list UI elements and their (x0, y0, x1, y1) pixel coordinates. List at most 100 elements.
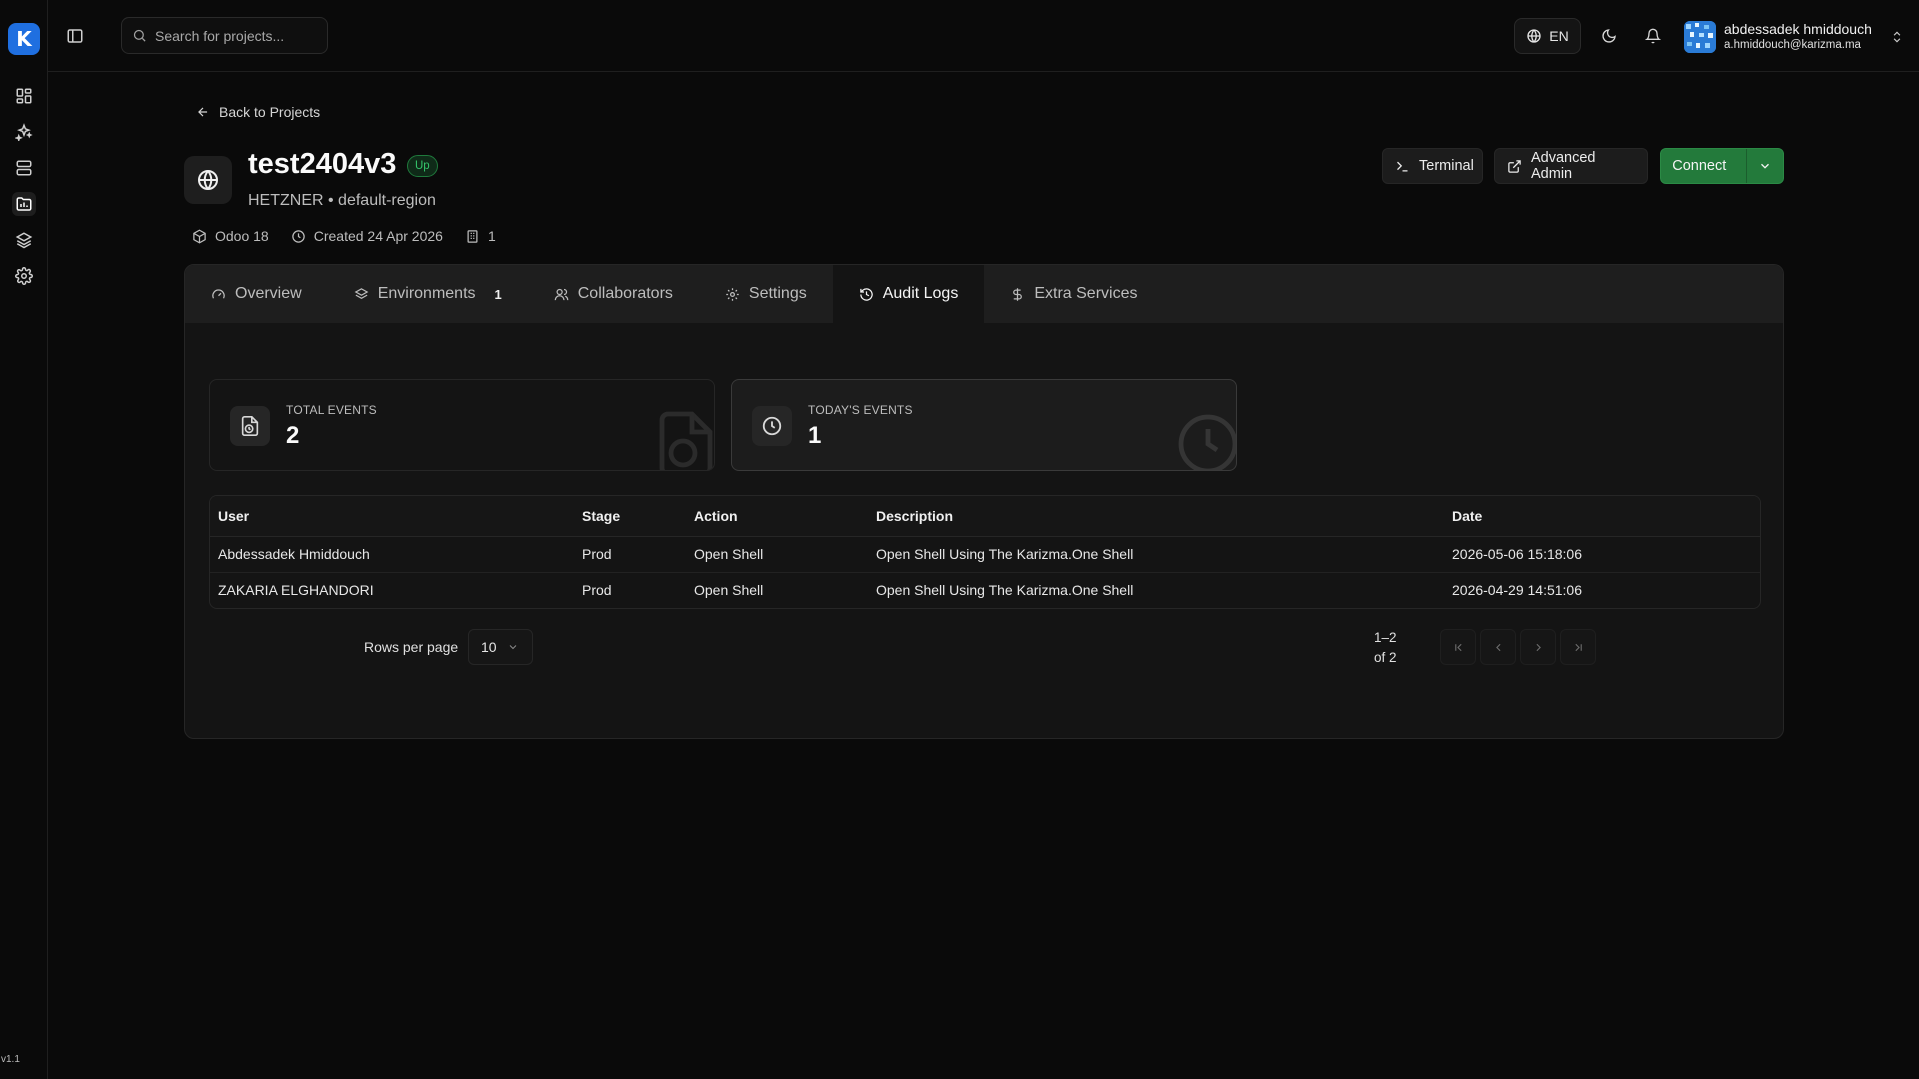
tab-collaborators[interactable]: Collaborators (528, 265, 699, 323)
cell-user: Abdessadek Hmiddouch (210, 536, 574, 573)
stat-total-label: TOTAL EVENTS (286, 403, 377, 417)
tab-environments-label: Environments (377, 285, 476, 302)
tab-settings-label: Settings (748, 285, 807, 302)
project-folder-icon[interactable] (12, 192, 36, 216)
last-page-button[interactable] (1560, 629, 1596, 665)
layers-icon[interactable] (12, 228, 36, 252)
connect-label: Connect (1672, 158, 1727, 174)
clock-icon (291, 229, 306, 244)
layers-icon (354, 287, 369, 302)
rows-per-page-label: Rows per page (364, 639, 459, 655)
table-row[interactable]: Abdessadek Hmiddouch Prod Open Shell Ope… (210, 536, 1760, 573)
meta-instances-count: 1 (487, 228, 496, 244)
arrow-left-icon (196, 105, 210, 119)
meta-version-label: Odoo 18 (215, 228, 269, 244)
next-page-button[interactable] (1520, 629, 1556, 665)
avatar (1684, 21, 1716, 53)
tab-overview-label: Overview (235, 285, 302, 302)
pagination-range-label: 1–2 (1374, 630, 1397, 645)
stat-todays-events: TODAY'S EVENTS 1 (731, 379, 1237, 471)
tab-audit-logs-label: Audit Logs (882, 285, 959, 302)
meta-created-label: Created 24 Apr 2026 (313, 228, 443, 244)
tab-environments[interactable]: Environments 1 (328, 265, 528, 323)
terminal-button[interactable]: Terminal (1382, 148, 1483, 184)
column-header[interactable]: Action (686, 496, 868, 537)
rows-per-page-value: 10 (481, 639, 497, 655)
moon-icon[interactable] (1598, 25, 1620, 47)
gear-icon[interactable] (12, 264, 36, 288)
tab-audit-logs[interactable]: Audit Logs (832, 265, 985, 323)
audit-table: User Stage Action Description Date Abdes… (209, 495, 1761, 609)
user-name: abdessadek hmiddouch (1724, 21, 1872, 37)
chevron-right-icon (1532, 641, 1545, 654)
project-subtitle: HETZNER • default-region (248, 192, 436, 209)
previous-page-button[interactable] (1480, 629, 1516, 665)
chevrons-first-icon (1452, 641, 1465, 654)
app-logo[interactable]: K (8, 23, 40, 55)
tab-settings[interactable]: Settings (699, 265, 833, 323)
search-input[interactable] (155, 27, 315, 44)
terminal-icon (1395, 159, 1410, 174)
users-icon (554, 287, 569, 302)
language-label: EN (1549, 28, 1569, 44)
column-header[interactable]: Stage (574, 496, 686, 537)
gauge-icon (211, 287, 226, 302)
connect-button[interactable]: Connect (1661, 149, 1737, 183)
stat-total-value: 2 (286, 422, 300, 449)
server-icon[interactable] (12, 156, 36, 180)
pagination-range: 1–2 of 2 (1374, 628, 1397, 668)
user-menu[interactable]: abdessadek hmiddouch a.hmiddouch@karizma… (1684, 18, 1909, 56)
advanced-admin-button[interactable]: Advanced Admin (1494, 148, 1648, 184)
language-button[interactable]: EN (1514, 18, 1581, 54)
cell-date: 2026-04-29 14:51:06 (1452, 582, 1582, 599)
pagination-total-label: of 2 (1374, 650, 1397, 665)
column-header[interactable]: Description (868, 496, 1444, 537)
dashboard-icon[interactable] (12, 84, 36, 108)
tab-extra-services[interactable]: Extra Services (984, 265, 1163, 323)
table-row[interactable]: ZAKARIA ELGHANDORI Prod Open Shell Open … (210, 572, 1760, 608)
cell-stage: Prod (582, 582, 612, 599)
column-header[interactable]: User (210, 496, 574, 537)
stat-today-value: 1 (808, 422, 822, 449)
connect-dropdown-button[interactable] (1746, 149, 1783, 183)
cell-stage: Prod (574, 536, 686, 573)
table-header-row: User Stage Action Description Date (210, 496, 1760, 537)
building-icon (465, 229, 480, 244)
globe-icon (1526, 28, 1542, 44)
back-link-label: Back to Projects (219, 104, 321, 120)
tab-bar: Overview Environments 1 Collaborators Se… (185, 265, 1783, 323)
search-box[interactable] (121, 17, 328, 54)
history-icon (859, 287, 874, 302)
sidebar-toggle-icon[interactable] (64, 25, 86, 47)
meta-created: Created 24 Apr 2026 (291, 228, 443, 244)
tab-collaborators-label: Collaborators (577, 285, 673, 302)
file-clock-icon (230, 406, 270, 446)
project-globe-icon (184, 156, 232, 204)
search-icon (132, 28, 147, 43)
page-title: test2404v3 (248, 148, 397, 180)
back-to-projects-link[interactable]: Back to Projects (196, 104, 320, 120)
sidebar: K v1.1 (0, 0, 48, 1079)
logo-text: K (16, 27, 32, 51)
stat-today-label: TODAY'S EVENTS (808, 403, 913, 417)
cell-user: ZAKARIA ELGHANDORI (218, 582, 374, 599)
status-badge: Up (407, 155, 438, 177)
dollar-icon (1010, 287, 1025, 302)
cell-description: Open Shell Using The Karizma.One Shell (876, 582, 1134, 599)
tab-overview[interactable]: Overview (185, 265, 328, 323)
chevron-down-icon (507, 641, 519, 653)
project-card: Overview Environments 1 Collaborators Se… (184, 264, 1784, 739)
file-clock-watermark-icon (650, 408, 714, 470)
chevron-up-down-icon (1890, 30, 1904, 44)
connect-split-button: Connect (1660, 148, 1784, 184)
first-page-button[interactable] (1440, 629, 1476, 665)
stat-total-events: TOTAL EVENTS 2 (209, 379, 715, 471)
column-header[interactable]: Date (1444, 496, 1760, 537)
chevrons-last-icon (1572, 641, 1585, 654)
topbar: EN abdessadek hmiddouch a.hmiddouch@kari… (48, 0, 1919, 72)
chevron-down-icon (1758, 159, 1772, 173)
advanced-admin-label: Advanced Admin (1531, 150, 1596, 182)
sparkles-icon[interactable] (12, 120, 36, 144)
rows-per-page-select[interactable]: 10 (468, 629, 533, 665)
bell-icon[interactable] (1642, 25, 1664, 47)
